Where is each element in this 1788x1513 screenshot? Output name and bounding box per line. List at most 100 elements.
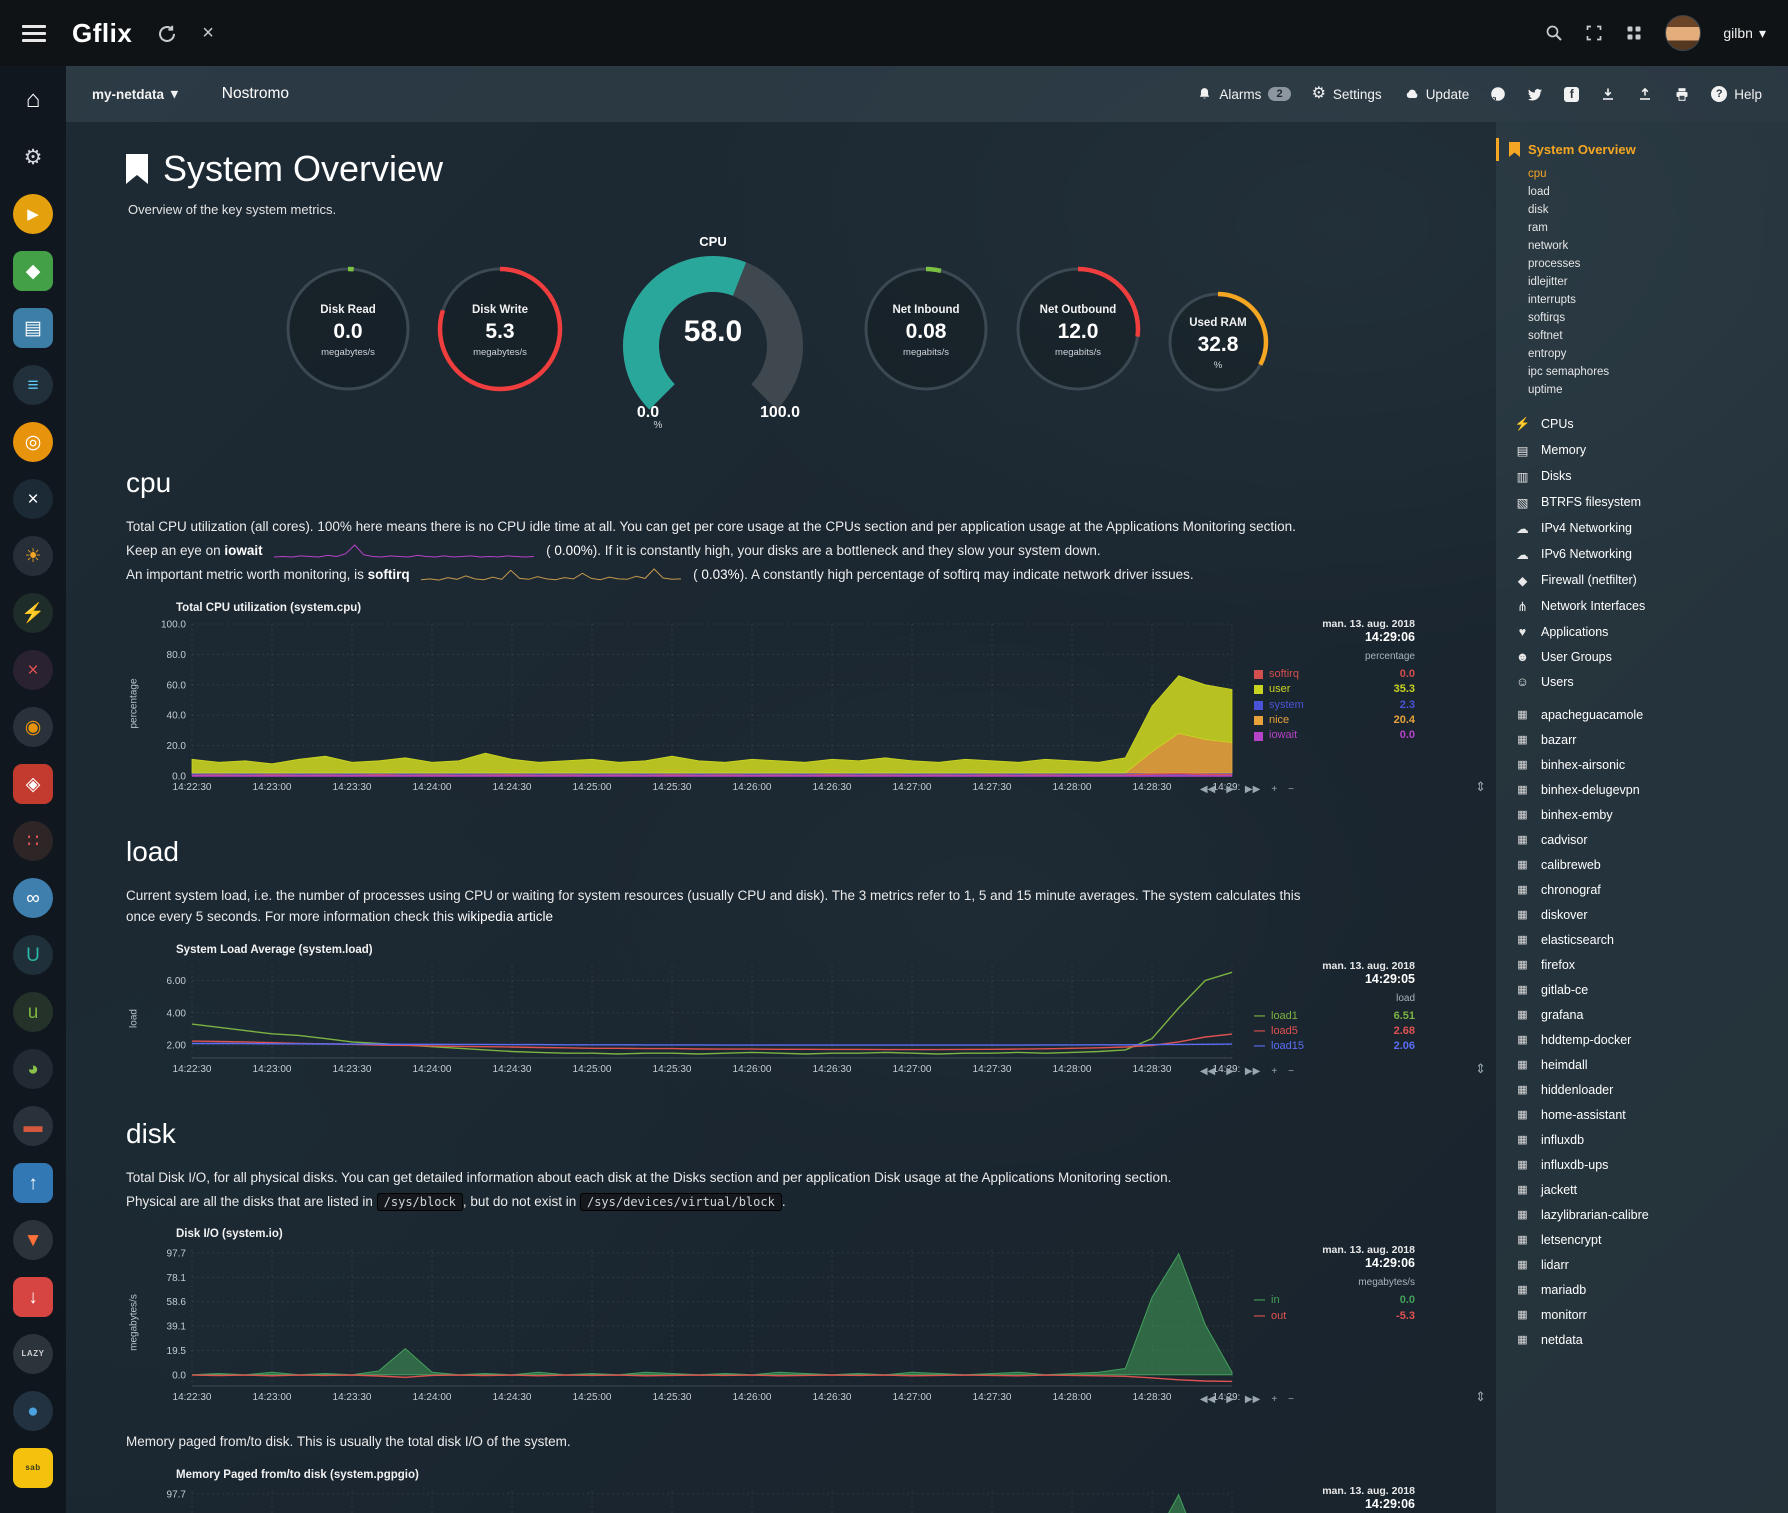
submenu-item-ipc-semaphores[interactable]: ipc semaphores <box>1514 363 1780 381</box>
wikipedia-link[interactable]: wikipedia article <box>458 909 553 924</box>
sidebar-app-crescent-app[interactable]: ◕ <box>9 1045 57 1093</box>
sidebar-app-teal-u-app[interactable]: U <box>9 931 57 979</box>
gauge-net-inbound[interactable]: Net Inbound0.08megabits/s <box>862 265 990 398</box>
zoom-out-button[interactable]: − <box>1288 1394 1294 1405</box>
disk-io-chart[interactable]: Disk I/O (system.io)megabytes/s14:22:301… <box>126 1224 1490 1406</box>
menu-item-binhex-emby[interactable]: ▦binhex-emby <box>1514 802 1780 827</box>
sidebar-app-settings[interactable]: ⚙ <box>9 133 57 181</box>
alarms-button[interactable]: Alarms 2 <box>1197 87 1290 102</box>
chart-resize-handle[interactable]: ⇕ <box>1475 779 1486 795</box>
sidebar-app-heimdall[interactable]: ↑ <box>9 1159 57 1207</box>
submenu-item-load[interactable]: load <box>1514 183 1780 201</box>
menu-item-hiddenloader[interactable]: ▦hiddenloader <box>1514 1077 1780 1102</box>
sidebar-app-kodi[interactable]: × <box>9 475 57 523</box>
legend-row-iowait[interactable]: iowait0.0 <box>1254 728 1415 743</box>
sidebar-app-media-library[interactable]: ▤ <box>9 304 57 352</box>
close-tab-icon[interactable]: × <box>202 23 214 43</box>
legend-row-load15[interactable]: —load152.06 <box>1254 1039 1415 1054</box>
github-button[interactable] <box>1490 86 1506 102</box>
menu-item-users[interactable]: ☺Users <box>1514 669 1780 694</box>
menu-item-applications[interactable]: ♥Applications <box>1514 619 1780 644</box>
refresh-icon[interactable] <box>158 24 176 42</box>
menu-item-binhex-delugevpn[interactable]: ▦binhex-delugevpn <box>1514 777 1780 802</box>
gauge-net-outbound[interactable]: Net Outbound12.0megabits/s <box>1014 265 1142 398</box>
menu-item-mariadb[interactable]: ▦mariadb <box>1514 1277 1780 1302</box>
gauge-disk-read[interactable]: Disk Read0.0megabytes/s <box>284 265 412 398</box>
pan-right-button[interactable]: ▶▶ <box>1245 1394 1260 1405</box>
help-button[interactable]: ? Help <box>1711 86 1762 102</box>
sidebar-app-ubooquity[interactable]: ◉ <box>9 703 57 751</box>
apps-grid-icon[interactable] <box>1625 24 1643 42</box>
hamburger-menu-icon[interactable] <box>22 25 46 42</box>
menu-item-firefox[interactable]: ▦firefox <box>1514 952 1780 977</box>
zoom-in-button[interactable]: + <box>1271 1066 1277 1077</box>
menu-item-influxdb[interactable]: ▦influxdb <box>1514 1127 1780 1152</box>
menu-item-elasticsearch[interactable]: ▦elasticsearch <box>1514 927 1780 952</box>
memory-paged-chart[interactable]: Memory Paged from/to disk (system.pgpgio… <box>126 1465 1490 1513</box>
sidebar-app-emby[interactable]: ◆ <box>9 247 57 295</box>
menu-item-chronograf[interactable]: ▦chronograf <box>1514 877 1780 902</box>
sidebar-app-dots-app[interactable]: ∷ <box>9 817 57 865</box>
zoom-in-button[interactable]: + <box>1271 784 1277 795</box>
update-button[interactable]: Update <box>1403 87 1470 102</box>
legend-row-out[interactable]: —out-5.3 <box>1254 1309 1415 1324</box>
legend-row-in[interactable]: —in0.0 <box>1254 1293 1415 1308</box>
sidebar-app-waterdrop-app[interactable]: ● <box>9 1387 57 1435</box>
chart-resize-handle[interactable]: ⇕ <box>1475 1061 1486 1077</box>
gauge-used-ram[interactable]: Used RAM32.8% <box>1166 290 1270 399</box>
load-chart[interactable]: System Load Average (system.load)load14:… <box>126 940 1490 1078</box>
submenu-item-entropy[interactable]: entropy <box>1514 345 1780 363</box>
sidebar-app-downloader[interactable]: ↓ <box>9 1273 57 1321</box>
submenu-item-network[interactable]: network <box>1514 237 1780 255</box>
upload-snapshot-button[interactable] <box>1637 87 1653 102</box>
menu-item-lazylibrarian-calibre[interactable]: ▦lazylibrarian-calibre <box>1514 1202 1780 1227</box>
server-dropdown[interactable]: my-netdata ▾ <box>92 86 178 102</box>
gauge-disk-write[interactable]: Disk Write5.3megabytes/s <box>436 265 564 398</box>
download-snapshot-button[interactable] <box>1600 87 1616 102</box>
cpu-chart[interactable]: Total CPU utilization (system.cpu)percen… <box>126 598 1490 796</box>
play-button[interactable]: ▶ <box>1226 1394 1234 1405</box>
menu-item-home-assistant[interactable]: ▦home-assistant <box>1514 1102 1780 1127</box>
search-icon[interactable] <box>1545 24 1563 42</box>
pan-left-button[interactable]: ◀◀ <box>1200 1066 1215 1077</box>
menu-item-system-overview[interactable]: System Overview <box>1496 138 1780 161</box>
sidebar-app-sabnzbd[interactable]: sab <box>9 1444 57 1492</box>
sidebar-app-starburst-app[interactable]: ☀ <box>9 532 57 580</box>
play-button[interactable]: ▶ <box>1226 1066 1234 1077</box>
user-avatar[interactable] <box>1665 15 1701 51</box>
menu-item-bazarr[interactable]: ▦bazarr <box>1514 727 1780 752</box>
menu-item-cadvisor[interactable]: ▦cadvisor <box>1514 827 1780 852</box>
menu-item-diskover[interactable]: ▦diskover <box>1514 902 1780 927</box>
menu-item-disks[interactable]: ▥Disks <box>1514 463 1780 489</box>
menu-item-monitorr[interactable]: ▦monitorr <box>1514 1302 1780 1327</box>
sidebar-app-bolt-app[interactable]: ⚡ <box>9 589 57 637</box>
pan-left-button[interactable]: ◀◀ <box>1200 1394 1215 1405</box>
legend-row-nice[interactable]: nice20.4 <box>1254 713 1415 728</box>
submenu-item-cpu[interactable]: cpu <box>1514 165 1780 183</box>
submenu-item-softirqs[interactable]: softirqs <box>1514 309 1780 327</box>
zoom-out-button[interactable]: − <box>1288 1066 1294 1077</box>
sidebar-app-pills-app[interactable]: ▬ <box>9 1102 57 1150</box>
menu-item-lidarr[interactable]: ▦lidarr <box>1514 1252 1780 1277</box>
sidebar-app-nextcloud[interactable]: ∞ <box>9 874 57 922</box>
sidebar-app-search-app[interactable]: ◎ <box>9 418 57 466</box>
submenu-item-softnet[interactable]: softnet <box>1514 327 1780 345</box>
menu-item-grafana[interactable]: ▦grafana <box>1514 1002 1780 1027</box>
submenu-item-idlejitter[interactable]: idlejitter <box>1514 273 1780 291</box>
menu-item-calibreweb[interactable]: ▦calibreweb <box>1514 852 1780 877</box>
submenu-item-uptime[interactable]: uptime <box>1514 381 1780 399</box>
sidebar-app-lazylibrarian[interactable]: LAZY <box>9 1330 57 1378</box>
menu-item-binhex-airsonic[interactable]: ▦binhex-airsonic <box>1514 752 1780 777</box>
menu-item-btrfs[interactable]: ▧BTRFS filesystem <box>1514 489 1780 515</box>
sidebar-app-green-u-app[interactable]: u <box>9 988 57 1036</box>
sidebar-app-plex[interactable]: ▶ <box>9 190 57 238</box>
menu-item-firewall[interactable]: ◆Firewall (netfilter) <box>1514 567 1780 593</box>
menu-item-hddtemp-docker[interactable]: ▦hddtemp-docker <box>1514 1027 1780 1052</box>
menu-item-memory[interactable]: ▤Memory <box>1514 437 1780 463</box>
menu-item-cpus[interactable]: ⚡CPUs <box>1514 411 1780 437</box>
menu-item-gitlab-ce[interactable]: ▦gitlab-ce <box>1514 977 1780 1002</box>
zoom-in-button[interactable]: + <box>1271 1394 1277 1405</box>
legend-row-softirq[interactable]: softirq0.0 <box>1254 667 1415 682</box>
menu-item-ipv4-networking[interactable]: ☁IPv4 Networking <box>1514 515 1780 541</box>
submenu-item-disk[interactable]: disk <box>1514 201 1780 219</box>
